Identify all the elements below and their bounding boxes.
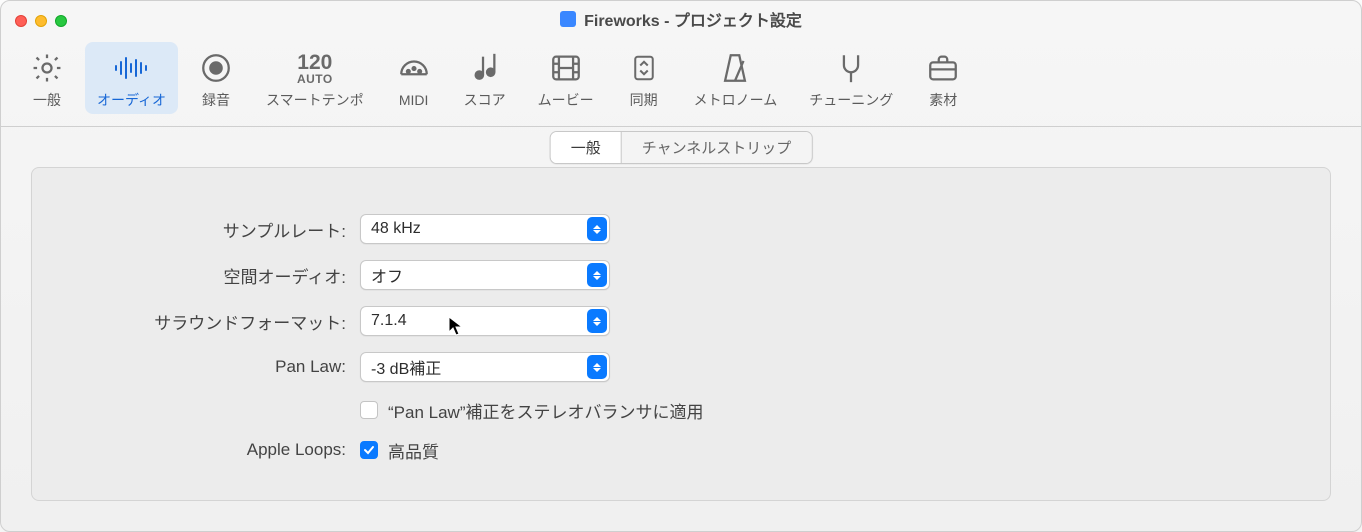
tab-midi[interactable]: MIDI bbox=[384, 44, 444, 112]
tab-audio[interactable]: オーディオ bbox=[85, 42, 178, 114]
tab-smart-tempo-label: スマートテンポ bbox=[266, 90, 364, 110]
pan-law-value: -3 dB補正 bbox=[371, 355, 441, 379]
tab-tuning-label: チューニング bbox=[809, 90, 893, 110]
tuning-fork-icon bbox=[834, 48, 868, 88]
record-icon bbox=[199, 48, 233, 88]
tab-midi-label: MIDI bbox=[399, 92, 429, 108]
stepper-icon bbox=[587, 263, 607, 287]
film-icon bbox=[549, 48, 583, 88]
tab-record[interactable]: 録音 bbox=[186, 42, 246, 114]
tab-score[interactable]: スコア bbox=[452, 42, 518, 114]
row-surround-format: サラウンドフォーマット: 7.1.4 bbox=[60, 298, 1302, 344]
minimize-button[interactable] bbox=[35, 15, 47, 27]
sync-icon bbox=[629, 48, 659, 88]
stepper-icon bbox=[587, 309, 607, 333]
app-icon bbox=[560, 11, 576, 27]
row-apple-loops: Apple Loops: 高品質 bbox=[60, 430, 1302, 470]
sample-rate-value: 48 kHz bbox=[371, 220, 421, 238]
content-area: 一般 チャンネルストリップ サンプルレート: 48 kHz 空間オーディオ: bbox=[1, 127, 1361, 531]
spatial-audio-select[interactable]: オフ bbox=[360, 260, 610, 290]
subtab-channel-strip[interactable]: チャンネルストリップ bbox=[621, 132, 812, 163]
tab-sync[interactable]: 同期 bbox=[614, 42, 674, 114]
stepper-icon bbox=[587, 355, 607, 379]
smart-tempo-value: 120 bbox=[297, 52, 332, 73]
window-title: Fireworks - プロジェクト設定 bbox=[560, 7, 802, 31]
tab-audio-label: オーディオ bbox=[97, 90, 166, 110]
tab-metronome[interactable]: メトロノーム bbox=[682, 42, 790, 114]
briefcase-icon bbox=[926, 48, 960, 88]
pan-law-select[interactable]: -3 dB補正 bbox=[360, 352, 610, 382]
waveform-icon bbox=[112, 48, 152, 88]
apple-loops-label: Apple Loops: bbox=[60, 440, 360, 460]
stepper-icon bbox=[587, 217, 607, 241]
tab-general-label: 一般 bbox=[33, 90, 61, 110]
sample-rate-select[interactable]: 48 kHz bbox=[360, 214, 610, 244]
row-sample-rate: サンプルレート: 48 kHz bbox=[60, 206, 1302, 252]
subtab-segmented-control: 一般 チャンネルストリップ bbox=[550, 131, 813, 164]
settings-panel: サンプルレート: 48 kHz 空間オーディオ: オフ bbox=[31, 167, 1331, 501]
surround-format-value: 7.1.4 bbox=[371, 312, 407, 330]
tab-movie[interactable]: ムービー bbox=[526, 42, 606, 114]
tab-assets-label: 素材 bbox=[929, 90, 957, 110]
surround-format-select[interactable]: 7.1.4 bbox=[360, 306, 610, 336]
pan-law-apply-checkbox[interactable] bbox=[360, 401, 378, 419]
window-title-text: Fireworks - プロジェクト設定 bbox=[584, 7, 802, 31]
tab-metronome-label: メトロノーム bbox=[694, 90, 778, 110]
row-pan-law: Pan Law: -3 dB補正 bbox=[60, 344, 1302, 390]
smart-tempo-mode: AUTO bbox=[297, 73, 333, 85]
spatial-audio-value: オフ bbox=[371, 263, 403, 287]
subtab-general[interactable]: 一般 bbox=[551, 132, 621, 163]
sample-rate-label: サンプルレート: bbox=[60, 217, 360, 242]
tab-score-label: スコア bbox=[464, 90, 506, 110]
pan-law-label: Pan Law: bbox=[60, 357, 360, 377]
pan-law-apply-text: “Pan Law”補正をステレオバランサに適用 bbox=[388, 398, 703, 423]
tab-tuning[interactable]: チューニング bbox=[797, 42, 905, 114]
preferences-toolbar: 一般 オーディオ 録音 bbox=[1, 38, 1361, 127]
spatial-audio-label: 空間オーディオ: bbox=[60, 263, 360, 288]
surround-format-label: サラウンドフォーマット: bbox=[60, 309, 360, 334]
tab-record-label: 録音 bbox=[202, 90, 230, 110]
titlebar: Fireworks - プロジェクト設定 bbox=[1, 1, 1361, 38]
tab-general[interactable]: 一般 bbox=[17, 42, 77, 114]
smart-tempo-icon: 120 AUTO bbox=[297, 48, 333, 88]
apple-loops-text: 高品質 bbox=[388, 438, 439, 463]
row-pan-law-apply: “Pan Law”補正をステレオバランサに適用 bbox=[60, 390, 1302, 430]
tab-movie-label: ムービー bbox=[538, 90, 594, 110]
tab-smart-tempo[interactable]: 120 AUTO スマートテンポ bbox=[254, 42, 376, 114]
gear-icon bbox=[30, 48, 64, 88]
row-spatial-audio: 空間オーディオ: オフ bbox=[60, 252, 1302, 298]
midi-icon bbox=[397, 50, 431, 90]
apple-loops-checkbox[interactable] bbox=[360, 441, 378, 459]
tab-assets[interactable]: 素材 bbox=[913, 42, 973, 114]
window-controls bbox=[15, 15, 67, 27]
close-button[interactable] bbox=[15, 15, 27, 27]
zoom-button[interactable] bbox=[55, 15, 67, 27]
metronome-icon bbox=[718, 48, 752, 88]
score-icon bbox=[468, 48, 502, 88]
tab-sync-label: 同期 bbox=[630, 90, 658, 110]
project-settings-window: Fireworks - プロジェクト設定 一般 bbox=[0, 0, 1362, 532]
